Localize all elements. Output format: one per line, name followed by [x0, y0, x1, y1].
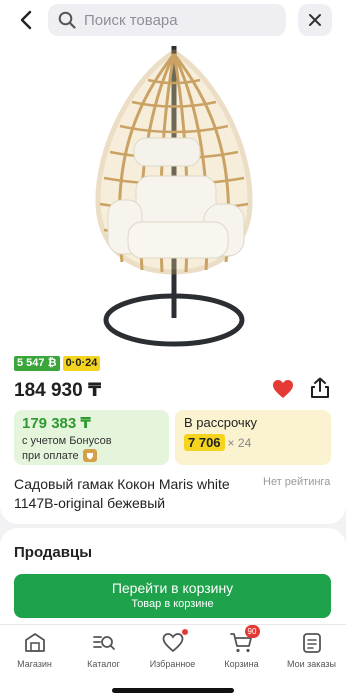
close-button[interactable] — [298, 4, 332, 36]
installment-row: 7 706 × 24 — [184, 434, 322, 451]
nav-label-catalog: Каталог — [87, 659, 120, 669]
nav-item-store[interactable]: Магазин — [0, 631, 69, 669]
product-image[interactable] — [70, 40, 280, 348]
product-price: 184 930 ₸ — [14, 380, 102, 401]
store-icon — [23, 631, 47, 655]
heart-icon — [161, 629, 188, 655]
bonus-offer-card[interactable]: 179 383 ₸ с учетом Бонусов при оплате — [14, 410, 169, 465]
cart-count-badge: 90 — [244, 625, 260, 638]
product-card: 5 547 ₿ 0·0·24 184 930 ₸ 179 383 ₸ с уче… — [0, 40, 346, 524]
nav-item-favorites[interactable]: Избранное — [138, 629, 207, 669]
top-bar: Поиск товара — [0, 0, 346, 40]
bonus-line-2-row: при оплате — [22, 449, 161, 462]
in-cart-sublabel: Товар в корзине — [131, 598, 214, 610]
search-icon — [58, 11, 76, 29]
go-to-cart-label: Перейти в корзину — [111, 580, 234, 596]
installment-multiplier: × 24 — [227, 435, 252, 450]
bonus-badge: 5 547 ₿ — [14, 356, 60, 371]
search-input[interactable]: Поиск товара — [48, 4, 286, 36]
sellers-section: Продавцы Перейти в корзину Товар в корзи… — [0, 528, 346, 624]
home-indicator — [112, 688, 234, 693]
nav-item-cart[interactable]: 90 Корзина — [207, 625, 276, 669]
nav-label-favorites: Избранное — [149, 659, 196, 669]
product-title: Садовый гамак Кокон Maris white 1147B-or… — [14, 476, 230, 511]
go-to-cart-button[interactable]: Перейти в корзину Товар в корзине — [14, 574, 331, 618]
back-button[interactable] — [12, 6, 40, 34]
nav-label-cart: Корзина — [224, 659, 259, 669]
catalog-search-icon — [92, 631, 116, 655]
favorites-dot — [181, 629, 188, 635]
installment-title: В рассрочку — [184, 415, 258, 430]
kaspi-shield-icon — [82, 449, 97, 462]
sellers-title: Продавцы — [14, 544, 93, 561]
installment-amount: 7 706 — [184, 434, 225, 451]
nav-item-orders[interactable]: Мои заказы — [277, 631, 346, 669]
bonus-price: 179 383 ₸ — [22, 415, 91, 432]
cart-icon: 90 — [229, 625, 260, 655]
orders-icon — [300, 631, 324, 655]
share-icon[interactable] — [309, 377, 331, 399]
chevron-left-icon — [20, 10, 32, 30]
close-icon — [309, 14, 321, 26]
nav-label-orders: Мои заказы — [287, 659, 336, 669]
installment-badge: 0·0·24 — [62, 356, 101, 371]
installment-card[interactable]: В рассрочку 7 706 × 24 — [175, 410, 331, 465]
product-badges: 5 547 ₿ 0·0·24 — [14, 356, 101, 371]
nav-item-catalog[interactable]: Каталог — [69, 631, 138, 669]
rating-text[interactable]: Нет рейтинга — [263, 476, 330, 488]
favorite-heart-icon[interactable] — [272, 379, 294, 399]
bonus-line-2: при оплате — [22, 449, 79, 462]
bonus-line-1: с учетом Бонусов — [22, 435, 112, 447]
nav-label-store: Магазин — [17, 659, 52, 669]
search-placeholder: Поиск товара — [84, 11, 178, 29]
